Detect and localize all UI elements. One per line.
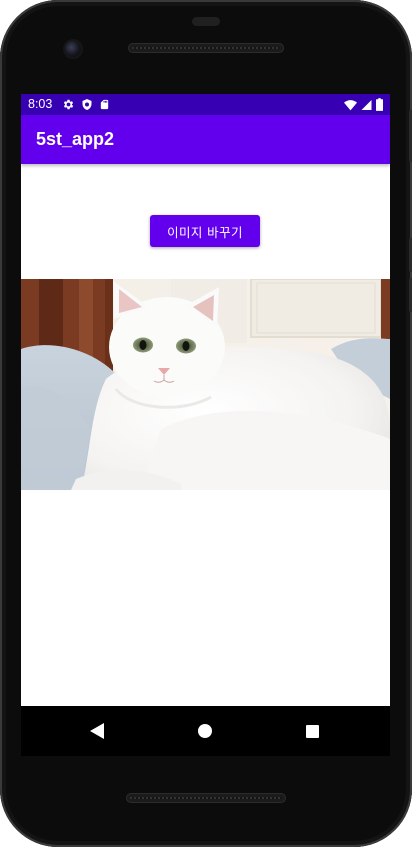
- cat-image: [21, 279, 390, 490]
- earpiece-speaker: [128, 43, 284, 53]
- navigation-bar: [21, 706, 390, 756]
- cell-signal-icon: [361, 99, 372, 114]
- recents-icon[interactable]: [300, 719, 324, 743]
- change-image-button[interactable]: 이미지 바꾸기: [150, 215, 260, 247]
- device-screen: 8:03 5st_app2 이미지 바꾸기: [21, 94, 390, 756]
- app-bar: 5st_app2: [21, 115, 390, 164]
- app-title: 5st_app2: [36, 129, 115, 149]
- home-icon[interactable]: [193, 719, 217, 743]
- main-content: 이미지 바꾸기: [21, 164, 390, 706]
- status-bar: 8:03: [21, 94, 390, 115]
- status-time: 8:03: [28, 97, 53, 111]
- top-sensor: [192, 17, 220, 26]
- back-icon[interactable]: [85, 719, 109, 743]
- shield-icon: [81, 98, 93, 114]
- front-camera: [65, 41, 81, 57]
- status-icons-right: [344, 98, 383, 114]
- wifi-icon: [344, 99, 357, 114]
- status-icons-left: [62, 98, 110, 114]
- settings-gear-icon: [62, 98, 75, 114]
- bottom-speaker: [126, 793, 286, 803]
- sd-card-icon: [99, 98, 110, 114]
- phone-frame: 8:03 5st_app2 이미지 바꾸기: [0, 0, 412, 847]
- battery-icon: [376, 98, 383, 114]
